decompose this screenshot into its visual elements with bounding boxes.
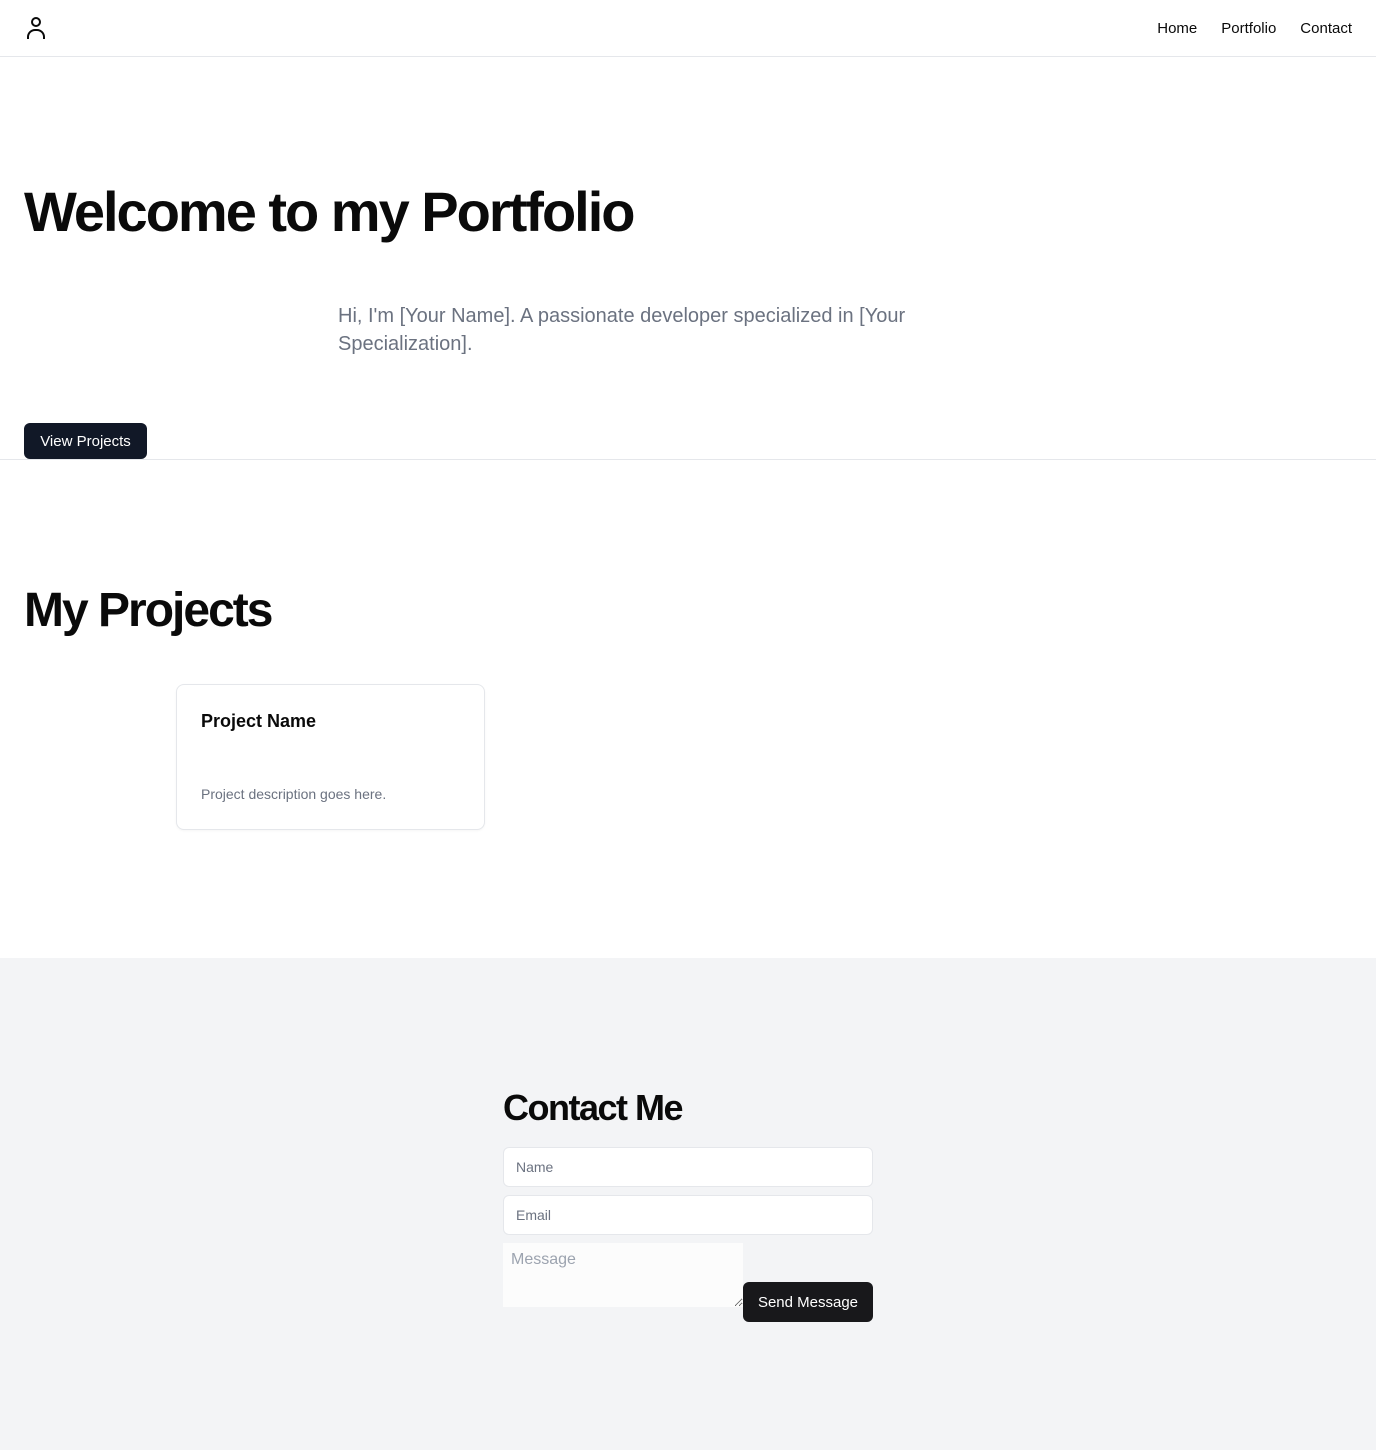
- nav-portfolio-link[interactable]: Portfolio: [1221, 20, 1276, 37]
- view-projects-button[interactable]: View Projects: [24, 423, 147, 459]
- contact-title: Contact Me: [503, 1087, 684, 1128]
- hero-title: Welcome to my Portfolio: [24, 180, 635, 243]
- main-nav: Home Portfolio Contact: [1157, 0, 1352, 56]
- projects-section: My Projects Project Name Project descrip…: [0, 460, 1376, 958]
- hero-subtitle: Hi, I'm [Your Name]. A passionate develo…: [338, 305, 906, 355]
- message-field[interactable]: [503, 1243, 743, 1307]
- email-field[interactable]: [503, 1195, 873, 1235]
- project-card[interactable]: Project Name Project description goes he…: [176, 684, 485, 830]
- nav-contact-link[interactable]: Contact: [1300, 20, 1352, 37]
- name-field[interactable]: [503, 1147, 873, 1187]
- site-header: Home Portfolio Contact: [0, 0, 1376, 57]
- hero-section: Welcome to my Portfolio Hi, I'm [Your Na…: [0, 57, 1376, 460]
- project-description: Project description goes here.: [201, 786, 387, 802]
- nav-home-link[interactable]: Home: [1157, 20, 1197, 37]
- project-name: Project Name: [201, 711, 317, 731]
- user-icon[interactable]: [24, 14, 48, 42]
- contact-section: Contact Me Send Message: [0, 958, 1376, 1450]
- projects-title: My Projects: [24, 584, 273, 637]
- send-message-button[interactable]: Send Message: [743, 1282, 873, 1322]
